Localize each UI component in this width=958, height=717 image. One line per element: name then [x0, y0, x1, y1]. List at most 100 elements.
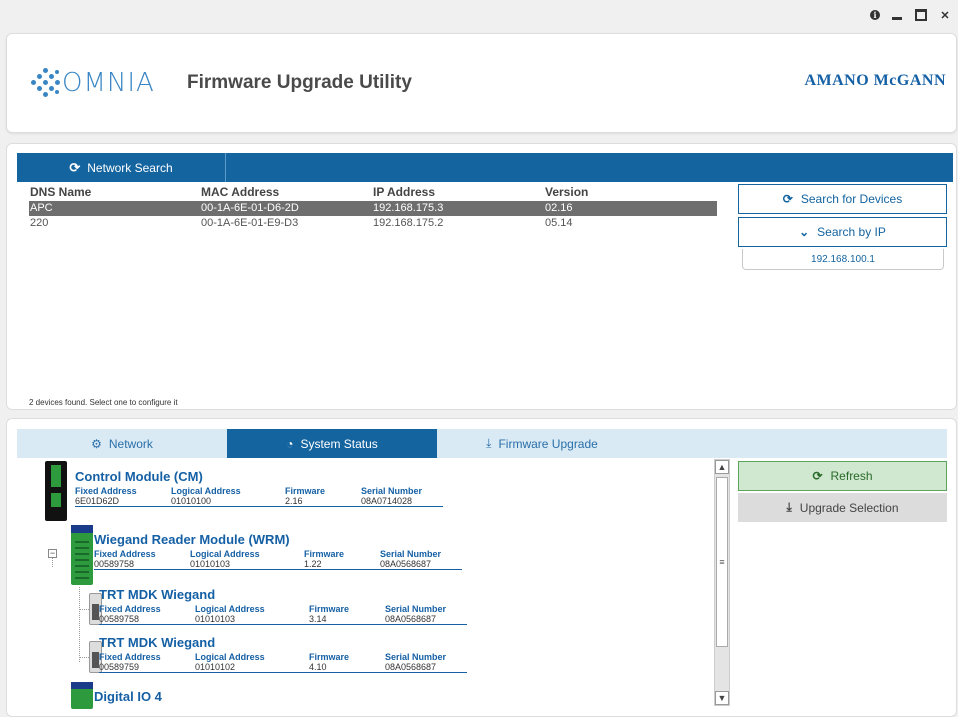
module-name: Digital IO 4: [94, 689, 162, 704]
search-for-devices-button[interactable]: ⟳ Search for Devices: [738, 184, 947, 214]
tab-label: Network Search: [87, 160, 173, 175]
field-value: 01010103: [195, 614, 236, 624]
omnia-logo: OMNIA: [29, 68, 155, 98]
table-cell: APC: [30, 202, 53, 214]
app-header: OMNIA Firmware Upgrade Utility AMANO McG…: [6, 33, 957, 133]
tree-connector: [79, 657, 89, 658]
table-cell: 192.168.175.3: [373, 202, 444, 214]
field-label: Fixed Address: [94, 549, 156, 559]
tab-label: System Status: [300, 436, 378, 451]
window-controls: i ✕: [870, 8, 952, 22]
network-search-panel: ⟳ Network Search DNS Name MAC Address IP…: [6, 143, 957, 410]
module-node[interactable]: Wiegand Reader Module (WRM) Fixed Addres…: [94, 532, 462, 570]
field-label: Firmware: [309, 652, 350, 662]
field-label: Fixed Address: [75, 486, 137, 496]
status-text: 2 devices found. Select one to configure…: [29, 398, 178, 407]
field-label: Serial Number: [385, 652, 447, 662]
close-icon[interactable]: ✕: [938, 8, 952, 22]
network-search-tabbar: ⟳ Network Search: [17, 153, 953, 182]
field-value: 01010100: [171, 496, 212, 506]
device-table: DNS Name MAC Address IP Address Version …: [29, 185, 717, 231]
field-label: Logical Address: [195, 652, 265, 662]
scroll-down-icon[interactable]: ▼: [715, 691, 729, 705]
chevron-down-icon: ⌄: [799, 225, 810, 239]
field-value: 1.22: [304, 559, 322, 569]
download-icon: ⤓: [486, 436, 492, 450]
tree-connector: [79, 609, 89, 610]
field-label: Serial Number: [361, 486, 423, 496]
field-value: 08A0568687: [385, 662, 437, 672]
field-label: Firmware: [285, 486, 326, 496]
refresh-icon: ⟳: [782, 192, 793, 206]
table-cell: 00-1A-6E-01-D6-2D: [201, 202, 299, 214]
tab-firmware-upgrade[interactable]: ⤓ Firmware Upgrade: [437, 429, 647, 458]
tab-system-status[interactable]: ◔ System Status: [227, 429, 437, 458]
table-cell: 00-1A-6E-01-E9-D3: [201, 217, 299, 229]
ip-address-input[interactable]: 192.168.100.1: [742, 249, 944, 270]
maximize-icon[interactable]: [914, 8, 928, 22]
field-value: 6E01D62D: [75, 496, 120, 506]
table-cell: 192.168.175.2: [373, 217, 444, 229]
module-tree: − Control Module (CM) Fixed Address Logi…: [17, 459, 714, 709]
module-node[interactable]: TRT MDK Wiegand Fixed Address Logical Ad…: [99, 635, 467, 673]
module-node[interactable]: TRT MDK Wiegand Fixed Address Logical Ad…: [99, 587, 467, 625]
field-value: 4.10: [309, 662, 327, 672]
collapse-toggle[interactable]: −: [48, 549, 57, 558]
field-value: 08A0714028: [361, 496, 413, 506]
table-cell: 05.14: [545, 217, 573, 229]
button-label: Refresh: [830, 469, 873, 483]
module-name: TRT MDK Wiegand: [99, 587, 216, 602]
download-icon: ⤓: [786, 500, 792, 514]
field-value: 00589758: [94, 559, 135, 569]
field-label: Logical Address: [190, 549, 260, 559]
field-label: Logical Address: [171, 486, 241, 496]
button-label: Search for Devices: [800, 192, 903, 206]
table-cell: 02.16: [545, 202, 573, 214]
table-cell: 220: [30, 217, 49, 229]
column-header[interactable]: Version: [545, 185, 717, 201]
tab-label: Network: [108, 436, 153, 451]
column-header[interactable]: DNS Name: [29, 185, 201, 201]
refresh-icon: ⟳: [69, 159, 81, 175]
tab-network[interactable]: ⚙ Network: [17, 429, 227, 458]
search-by-ip-button[interactable]: ⌄ Search by IP: [738, 217, 947, 247]
field-value: 2.16: [285, 496, 303, 506]
dashboard-icon: ◔: [286, 436, 294, 451]
device-tabbar: ⚙ Network ◔ System Status ⤓ Firmware Upg…: [17, 429, 947, 458]
field-value: 00589759: [99, 662, 140, 672]
control-module-image: [45, 461, 67, 521]
table-row[interactable]: APC 00-1A-6E-01-D6-2D 192.168.175.3 02.1…: [29, 201, 717, 216]
module-name: Control Module (CM): [75, 469, 203, 484]
refresh-icon: ⟳: [812, 469, 823, 483]
field-value: 00589758: [99, 614, 140, 624]
field-label: Firmware: [304, 549, 345, 559]
device-panel: ⚙ Network ◔ System Status ⤓ Firmware Upg…: [6, 418, 957, 717]
wiegand-module-image: [71, 525, 93, 585]
field-value: 08A0568687: [385, 614, 437, 624]
tab-network-search[interactable]: ⟳ Network Search: [17, 153, 226, 182]
field-label: Serial Number: [385, 604, 447, 614]
upgrade-selection-button[interactable]: ⤓ Upgrade Selection: [738, 493, 947, 522]
digital-io-image: [71, 682, 93, 709]
module-node[interactable]: Control Module (CM) Fixed Address Logica…: [75, 469, 443, 507]
scroll-up-icon[interactable]: ▲: [715, 460, 729, 474]
column-header[interactable]: MAC Address: [201, 185, 373, 201]
tree-scrollbar[interactable]: ▲ ≡ ▼: [714, 459, 730, 706]
info-icon[interactable]: i: [870, 10, 880, 20]
refresh-button[interactable]: ⟳ Refresh: [738, 461, 947, 491]
tab-label: Firmware Upgrade: [498, 436, 598, 451]
field-label: Firmware: [309, 604, 350, 614]
scroll-thumb[interactable]: ≡: [716, 477, 728, 647]
button-label: Upgrade Selection: [799, 500, 899, 515]
field-label: Logical Address: [195, 604, 265, 614]
module-node[interactable]: Digital IO 4: [94, 689, 162, 704]
field-value: 3.14: [309, 614, 327, 624]
table-row[interactable]: 220 00-1A-6E-01-E9-D3 192.168.175.2 05.1…: [29, 216, 717, 231]
field-value: 01010102: [195, 662, 236, 672]
logo-text: OMNIA: [62, 68, 155, 98]
minimize-icon[interactable]: [890, 8, 904, 22]
logo-dots-icon: [29, 68, 61, 98]
table-header: DNS Name MAC Address IP Address Version: [29, 185, 717, 201]
page-title: Firmware Upgrade Utility: [187, 72, 412, 93]
column-header[interactable]: IP Address: [373, 185, 545, 201]
